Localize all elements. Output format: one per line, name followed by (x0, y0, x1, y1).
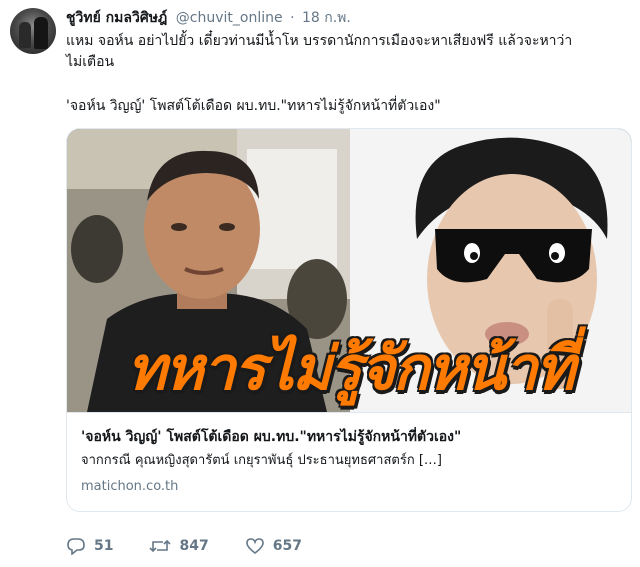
card-image-headline: ทหารไม่รู้จักหน้าที่ (126, 334, 575, 404)
card-title[interactable]: 'จอห์น วิญญ์' โพสต์โต้เดือด ผบ.ทบ."ทหารไ… (81, 427, 619, 447)
reply-icon (67, 538, 85, 555)
avatar-figure (19, 22, 31, 48)
like-count: 657 (272, 538, 302, 554)
card-description: จากกรณี คุณหญิงสุดารัตน์ เกยุราพันธุ์ ปร… (81, 453, 442, 468)
card-domain: matichon.co.th (81, 479, 179, 494)
retweet-button[interactable]: 847 (149, 537, 209, 555)
tweet-quoted-headline: 'จอห์น วิญญ์' โพสต์โต้เดือด ผบ.ทบ."ทหารไ… (66, 98, 441, 114)
retweet-count: 847 (179, 538, 209, 554)
like-button[interactable]: 657 (245, 537, 302, 555)
tweet-text: แหม จอห์น อย่าไปยั้ว เดี๋ยวท่านมีน้ำโห บ… (66, 31, 626, 73)
tweet: ชูวิทย์ กมลวิศิษฎ์ @chuvit_online · 18 ก… (0, 0, 640, 567)
author-handle[interactable]: @chuvit_online (176, 10, 283, 26)
author-name[interactable]: ชูวิทย์ กมลวิศิษฎ์ (66, 10, 167, 26)
reply-count: 51 (94, 538, 114, 554)
tweet-header: ชูวิทย์ กมลวิศิษฎ์ @chuvit_online · 18 ก… (66, 8, 351, 28)
avatar-figure (34, 17, 48, 49)
tweet-date[interactable]: 18 ก.พ. (302, 10, 351, 26)
card-body[interactable]: 'จอห์น วิญญ์' โพสต์โต้เดือด ผบ.ทบ."ทหารไ… (67, 412, 631, 511)
link-card[interactable]: ทหารไม่รู้จักหน้าที่ 'จอห์น วิญญ์' โพสต์… (66, 128, 632, 512)
tweet-actions: 51 847 657 (66, 534, 338, 558)
tweet-text-line: แหม จอห์น อย่าไปยั้ว เดี๋ยวท่านมีน้ำโห บ… (66, 33, 573, 49)
separator-dot: · (290, 10, 295, 26)
card-image[interactable]: ทหารไม่รู้จักหน้าที่ (67, 129, 631, 412)
heart-icon (245, 538, 264, 555)
reply-button[interactable]: 51 (66, 537, 113, 555)
avatar[interactable] (10, 8, 56, 54)
retweet-icon (149, 539, 172, 553)
tweet-text-line: ไม่เตือน (66, 54, 115, 70)
